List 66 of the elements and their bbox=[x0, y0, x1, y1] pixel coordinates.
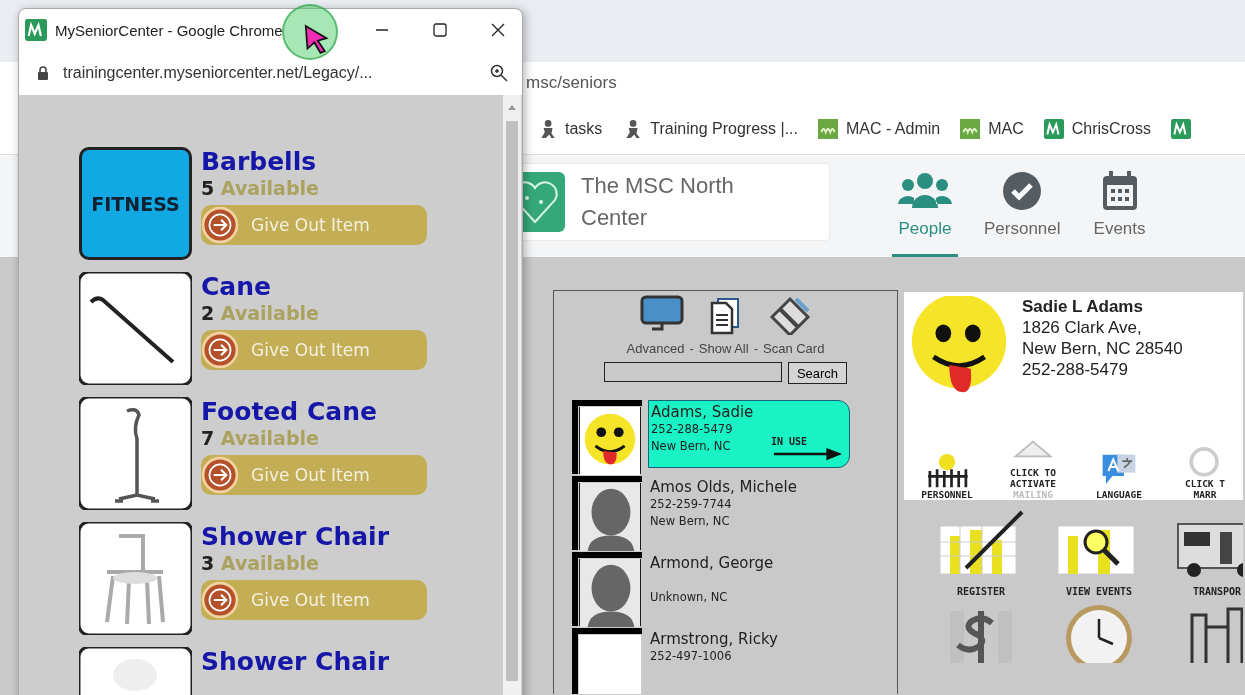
person-card[interactable]: Armond, George Unknown, NC bbox=[648, 552, 850, 620]
item-name: Shower Chair bbox=[201, 522, 390, 552]
person-card[interactable]: Amos Olds, Michele 252-259-7744 New Bern, NC bbox=[648, 476, 850, 544]
nav-tab[interactable]: Events bbox=[1086, 155, 1153, 257]
item-name: Footed Cane bbox=[201, 397, 378, 427]
menu-tile[interactable]: VIEW EVENTS bbox=[1040, 510, 1158, 597]
logo-icon bbox=[1170, 119, 1191, 139]
menu-tile[interactable]: TRANSPOR bbox=[1158, 510, 1243, 597]
tool-link[interactable]: Scan Card bbox=[763, 341, 825, 356]
nav-tab[interactable]: Personnel bbox=[978, 155, 1067, 257]
profile-action[interactable]: PERSONNEL bbox=[906, 453, 988, 500]
arrow-circle-icon bbox=[201, 331, 239, 369]
silhouette-avatar-icon bbox=[578, 558, 642, 628]
category-tile: FITNESS bbox=[79, 147, 192, 260]
item-name: Shower Chair bbox=[201, 647, 389, 677]
card-icon[interactable] bbox=[767, 295, 812, 335]
bookmark[interactable] bbox=[1170, 119, 1191, 139]
arrow-circle-icon bbox=[201, 456, 239, 494]
item-name: Cane bbox=[201, 272, 272, 302]
logo-icon bbox=[960, 119, 981, 139]
address-line: New Bern, NC 28540 bbox=[1022, 338, 1183, 359]
arrow-circle-icon bbox=[201, 581, 239, 619]
logo-icon bbox=[1043, 119, 1064, 139]
bookmark[interactable]: MAC bbox=[960, 119, 1024, 139]
people-icon bbox=[898, 170, 952, 211]
logo-icon bbox=[25, 19, 47, 41]
silhouette-avatar-icon bbox=[578, 482, 642, 552]
bookmark[interactable]: Training Progress |... bbox=[622, 119, 798, 139]
search-field[interactable] bbox=[603, 362, 782, 382]
arrow-circle-icon bbox=[201, 206, 239, 244]
cursor-icon bbox=[304, 24, 330, 54]
close-icon[interactable] bbox=[490, 22, 506, 38]
maximize-icon[interactable] bbox=[432, 22, 448, 38]
tool-link[interactable]: Show All bbox=[698, 341, 749, 356]
tool-link[interactable]: Advanced bbox=[626, 341, 685, 356]
person-name: Sadie L Adams bbox=[1022, 296, 1144, 317]
separator-text: - bbox=[753, 341, 758, 356]
menu-tile[interactable]: REGISTER bbox=[922, 510, 1040, 597]
center-name: The MSC North Center bbox=[581, 172, 735, 232]
smiley-avatar-drawing bbox=[578, 406, 642, 476]
phone-number: 252-288-5479 bbox=[1022, 359, 1129, 380]
nav-tab[interactable]: People bbox=[892, 155, 958, 257]
bookmark[interactable]: MAC - Admin bbox=[817, 119, 941, 139]
person-card[interactable]: Armstrong, Ricky 252-497-1006 bbox=[648, 628, 850, 694]
availability-text: 7 Available bbox=[201, 427, 320, 449]
address-text[interactable]: msc/seniors bbox=[526, 73, 617, 93]
bookmark[interactable]: tasks bbox=[537, 119, 603, 139]
availability-text: 3 Available bbox=[201, 552, 320, 574]
address-line: 1826 Clark Ave, bbox=[1022, 317, 1143, 338]
separator-text: - bbox=[689, 341, 694, 356]
item-name: Barbells bbox=[201, 147, 318, 177]
availability-text: 2 Available bbox=[201, 302, 320, 324]
profile-action[interactable]: LANGUAGE bbox=[1078, 453, 1160, 500]
bookmark[interactable]: ChrisCross bbox=[1043, 119, 1151, 139]
window-title: MySeniorCenter - Google Chrome bbox=[55, 21, 283, 39]
lock-icon bbox=[37, 66, 49, 80]
status-label: IN USE bbox=[771, 436, 808, 447]
availability-text: 5 Available bbox=[201, 177, 320, 199]
zoom-icon[interactable] bbox=[490, 64, 508, 82]
profile-action[interactable]: CLICK TO ACTIVATE MAILING bbox=[992, 431, 1074, 500]
scrollbar-thumb[interactable] bbox=[506, 121, 518, 681]
address-text[interactable]: trainingcenter.myseniorcenter.net/Legacy/... bbox=[63, 64, 373, 82]
logo-icon bbox=[817, 119, 838, 139]
profile-action[interactable]: CLICK T MARR bbox=[1164, 442, 1243, 500]
search-button[interactable]: Search bbox=[787, 362, 848, 384]
person-card[interactable]: Adams, Sadie 252-288-5479 New Bern, NC IN USE bbox=[648, 400, 850, 468]
